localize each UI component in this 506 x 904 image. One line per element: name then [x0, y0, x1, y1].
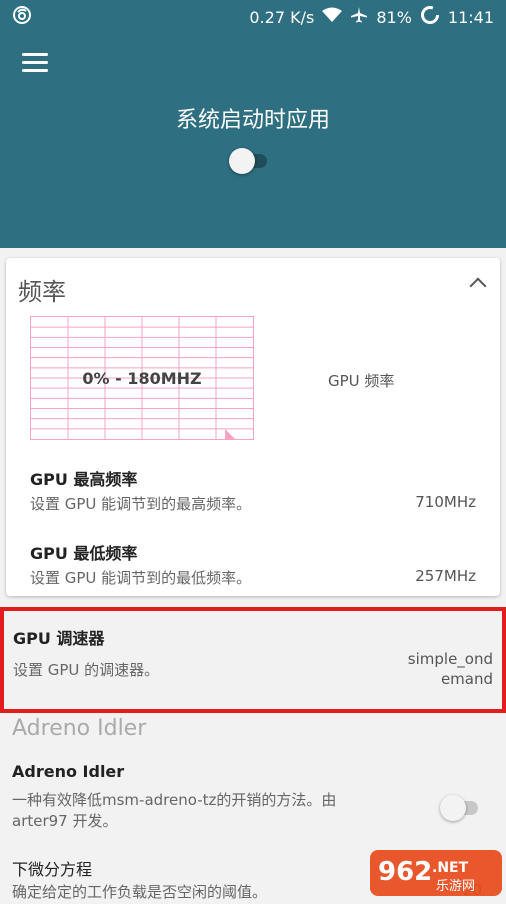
apply-on-boot-label: 系统启动时应用	[175, 108, 330, 133]
clock: 11:41	[447, 7, 494, 27]
gpu-governor-summary: 设置 GPU 的调速器。	[13, 661, 160, 679]
status-bar: 0.27 K/s 81% 11:41	[0, 0, 506, 30]
watermark-suffix: .NET	[432, 860, 469, 876]
battery-icon	[420, 5, 440, 29]
gpu-governor-value-line2: emand	[440, 670, 493, 688]
adreno-idler-title: Adreno Idler	[12, 762, 125, 781]
min-frequency-value: 257MHz	[415, 567, 476, 585]
card-title: 频率	[18, 278, 66, 306]
differential-summary: 确定给定的工作负载是否空闲的阈值。	[12, 883, 268, 901]
gpu-governor-value: simple_ond emand	[408, 649, 493, 689]
graph-corner-marker	[225, 429, 235, 439]
adreno-idler-summary-line1: 一种有效降低msm-adreno-tz的开销的方法。由	[12, 791, 337, 809]
collapse-chevron-icon[interactable]	[469, 277, 487, 295]
watermark-logo: 962 .NET 乐游网	[366, 846, 506, 900]
frequency-card: 频率 0% - 180MHZ GPU 频率 GPU 最高频率 设置 GPU 能调…	[6, 258, 500, 596]
airplane-icon	[350, 6, 368, 28]
gpu-governor-value-line1: simple_ond	[407, 650, 493, 668]
apply-on-boot-toggle[interactable]	[229, 148, 271, 174]
gpu-frequency-graph: 0% - 180MHZ	[30, 316, 254, 440]
max-frequency-summary: 设置 GPU 能调节到的最高频率。	[30, 495, 252, 513]
watermark-chinese: 乐游网	[436, 879, 475, 894]
status-right: 0.27 K/s 81% 11:41	[249, 5, 494, 29]
network-speed: 0.27 K/s	[249, 7, 315, 27]
watermark-number: 962	[378, 857, 432, 887]
max-frequency-value: 710MHz	[415, 493, 476, 511]
adreno-idler-section-title: Adreno Idler	[12, 716, 147, 741]
differential-title: 下微分方程	[12, 860, 93, 879]
gpu-governor-row[interactable]: GPU 调速器 设置 GPU 的调速器。 simple_ond emand	[0, 607, 506, 713]
adreno-idler-toggle[interactable]	[440, 795, 482, 821]
app-header: 系统启动时应用	[0, 30, 506, 248]
max-frequency-title: GPU 最高频率	[30, 470, 138, 489]
notification-icon	[12, 5, 32, 29]
wifi-icon	[322, 7, 343, 27]
gpu-governor-title: GPU 调速器	[13, 629, 105, 648]
adreno-idler-summary-line2: arter97 开发。	[12, 812, 118, 830]
graph-label: 0% - 180MHZ	[82, 369, 202, 388]
min-frequency-title: GPU 最低频率	[30, 544, 138, 563]
min-frequency-summary: 设置 GPU 能调节到的最低频率。	[30, 569, 252, 587]
battery-level: 81%	[376, 7, 412, 27]
menu-icon[interactable]	[22, 53, 48, 73]
gpu-frequency-label: GPU 频率	[328, 372, 395, 390]
